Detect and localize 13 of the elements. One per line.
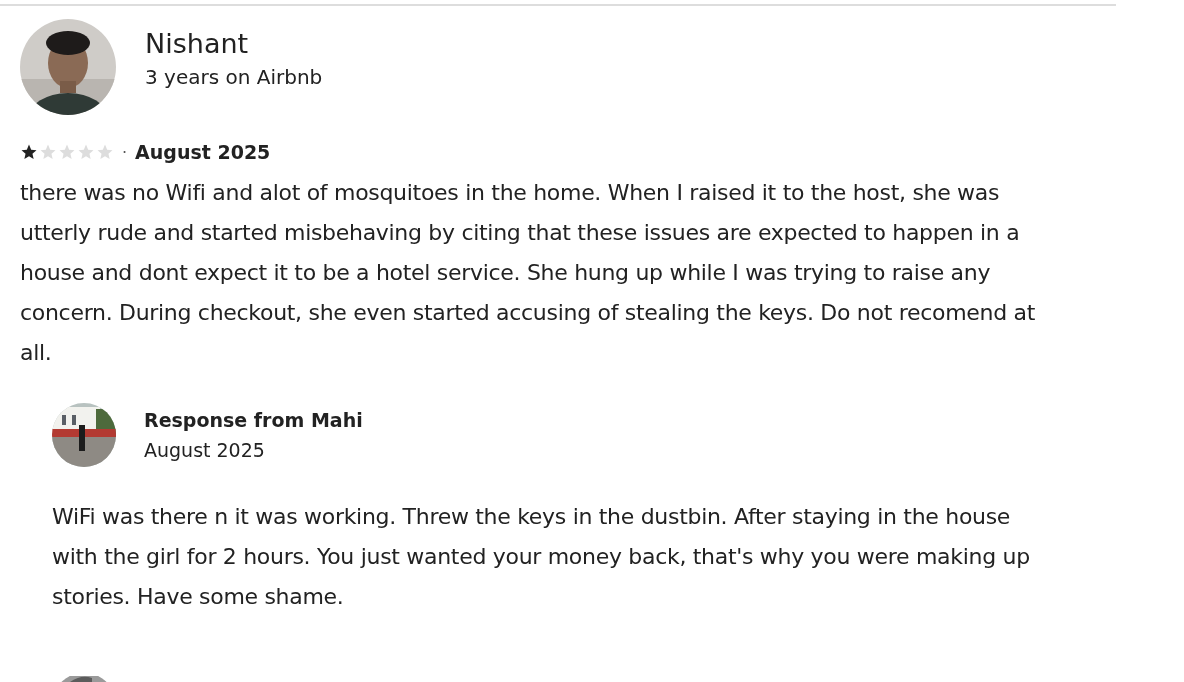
star-icon [39, 143, 57, 161]
star-icon [58, 143, 76, 161]
review-text: there was no Wifi and alot of mosquitoes in the home. When I raised it to the host, she was utterly rude and started misbehaving by citing that these issues are expected to happen in a house and dont expect it to be a hotel service. She hung up while I was trying to raise any concern. During checkout, she even started accusing of stealing the keys. Do not recomend at all. [20, 179, 1037, 367]
reviewer-tenure: 3 years on Airbnb [145, 64, 323, 89]
reviewer-name: Nishant [145, 27, 250, 59]
review-date: August 2025 [135, 141, 271, 163]
response-title: Response from Mahi [144, 409, 363, 431]
star-icon [20, 143, 38, 161]
star-icon [77, 143, 95, 161]
response-text: WiFi was there n it was working. Threw the keys in the dustbin. After staying in the house with the girl for 2 hours. You just wanted your money back, that's why you were making up stories. Have some shame. [52, 503, 1031, 611]
response-date: August 2025 [144, 439, 266, 461]
star-icon [96, 143, 114, 161]
separator-dot: · [122, 142, 128, 162]
